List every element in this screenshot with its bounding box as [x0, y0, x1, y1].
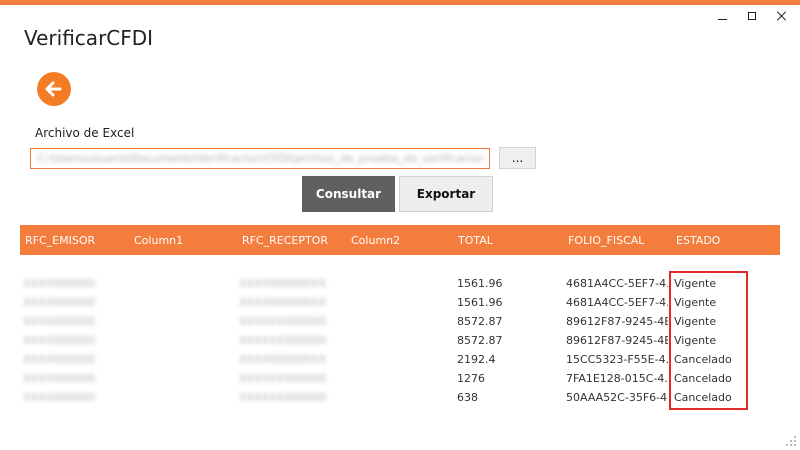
column-header-rfc-emisor[interactable]: RFC_EMISOR: [25, 234, 95, 247]
resize-grip-dot: [786, 444, 788, 446]
table-row[interactable]: XXXX000000XX0 XXXX000000XX0 2192.4 15CC5…: [20, 349, 780, 368]
folio-fiscal-cell: 4681A4CC-5EF7-4...: [566, 277, 668, 290]
main-window: VerificarCFDI Archivo de Excel C:\Users\…: [0, 0, 800, 450]
excel-file-input[interactable]: C:\Users\usuario\Documents\Verificacion\…: [30, 148, 490, 169]
column-header-column1[interactable]: Column1: [134, 234, 183, 247]
resize-grip-dot: [790, 436, 792, 438]
back-button[interactable]: [37, 72, 71, 106]
column-header-column2[interactable]: Column2: [351, 234, 400, 247]
table-row[interactable]: XXXX000000XX0 XXXXXX000000XX0 8572.87 89…: [20, 311, 780, 330]
table-row[interactable]: XXXX000000XX0 XXXX000000XX0 1561.96 4681…: [20, 273, 780, 292]
rfc-receptor-cell: XXXXXX000000XX0: [239, 372, 327, 385]
rfc-receptor-cell: XXXX000000XX0: [239, 296, 327, 309]
total-cell: 8572.87: [457, 334, 503, 347]
minimize-button[interactable]: [714, 8, 730, 24]
total-cell: 1561.96: [457, 277, 503, 290]
export-button[interactable]: Exportar: [399, 176, 493, 212]
resize-grip-dot: [790, 440, 792, 442]
column-header-rfc-receptor[interactable]: RFC_RECEPTOR: [242, 234, 328, 247]
resize-grip-dot: [786, 440, 788, 442]
rfc-emisor-cell: XXXX000000XX0: [23, 391, 95, 404]
app-title: VerificarCFDI: [24, 26, 154, 50]
folio-fiscal-cell: 89612F87-9245-4B...: [566, 334, 668, 347]
resize-grip[interactable]: [786, 436, 796, 446]
estado-cell: Vigente: [674, 277, 717, 290]
estado-cell: Vigente: [674, 334, 717, 347]
table-row[interactable]: XXXX000000XX0 XXXXXX000000XX0 638 50AAA5…: [20, 387, 780, 406]
column-header-folio-fiscal[interactable]: FOLIO_FISCAL: [568, 234, 644, 247]
estado-cell: Vigente: [674, 296, 717, 309]
rfc-receptor-cell: XXXXXX000000XX0: [239, 391, 327, 404]
total-cell: 8572.87: [457, 315, 503, 328]
minimize-icon: [717, 18, 727, 20]
results-table-header: RFC_EMISOR Column1 RFC_RECEPTOR Column2 …: [20, 225, 780, 255]
close-button[interactable]: [774, 8, 790, 24]
maximize-button[interactable]: [744, 8, 760, 24]
consult-button[interactable]: Consultar: [302, 176, 395, 212]
rfc-emisor-cell: XXXX000000XX0: [23, 315, 95, 328]
rfc-receptor-cell: XXXX000000XX0: [239, 277, 327, 290]
total-cell: 638: [457, 391, 478, 404]
folio-fiscal-cell: 4681A4CC-5EF7-4...: [566, 296, 668, 309]
column-header-estado[interactable]: ESTADO: [676, 234, 720, 247]
folio-fiscal-cell: 7FA1E128-015C-4...: [566, 372, 668, 385]
results-table-body: XXXX000000XX0 XXXX000000XX0 1561.96 4681…: [20, 273, 780, 413]
rfc-emisor-cell: XXXX000000XX0: [23, 334, 95, 347]
table-row[interactable]: XXXX000000XX0 XXXX000000XX0 1561.96 4681…: [20, 292, 780, 311]
arrow-left-icon: [45, 81, 62, 97]
rfc-receptor-cell: XXXXXX000000XX0: [239, 315, 327, 328]
folio-fiscal-cell: 50AAA52C-35F6-4...: [566, 391, 668, 404]
resize-grip-dot: [786, 436, 788, 438]
folio-fiscal-cell: 89612F87-9245-4B...: [566, 315, 668, 328]
excel-file-label: Archivo de Excel: [35, 126, 135, 140]
resize-grip-dot: [794, 436, 796, 438]
close-icon: [777, 11, 787, 21]
rfc-emisor-cell: XXXX000000XX0: [23, 353, 95, 366]
maximize-icon: [748, 12, 756, 20]
excel-file-path-value: C:\Users\usuario\Documents\Verificacion\…: [37, 152, 483, 165]
column-header-total[interactable]: TOTAL: [458, 234, 493, 247]
top-accent-bar: [0, 0, 800, 5]
rfc-emisor-cell: XXXX000000XX0: [23, 277, 95, 290]
resize-grip-dot: [794, 444, 796, 446]
estado-cell: Cancelado: [674, 372, 732, 385]
resize-grip-dot: [794, 440, 796, 442]
rfc-receptor-cell: XXXX000000XX0: [239, 353, 327, 366]
folio-fiscal-cell: 15CC5323-F55E-4...: [566, 353, 668, 366]
rfc-receptor-cell: XXXXXX000000XX0: [239, 334, 327, 347]
estado-cell: Vigente: [674, 315, 717, 328]
total-cell: 1276: [457, 372, 485, 385]
total-cell: 2192.4: [457, 353, 496, 366]
window-controls: [714, 8, 790, 24]
rfc-emisor-cell: XXXX000000XX0: [23, 372, 95, 385]
resize-grip-dot: [790, 444, 792, 446]
estado-cell: Cancelado: [674, 353, 732, 366]
rfc-emisor-cell: XXXX000000XX0: [23, 296, 95, 309]
browse-file-button[interactable]: ...: [499, 147, 536, 169]
table-row[interactable]: XXXX000000XX0 XXXXXX000000XX0 8572.87 89…: [20, 330, 780, 349]
estado-cell: Cancelado: [674, 391, 732, 404]
total-cell: 1561.96: [457, 296, 503, 309]
table-row[interactable]: XXXX000000XX0 XXXXXX000000XX0 1276 7FA1E…: [20, 368, 780, 387]
